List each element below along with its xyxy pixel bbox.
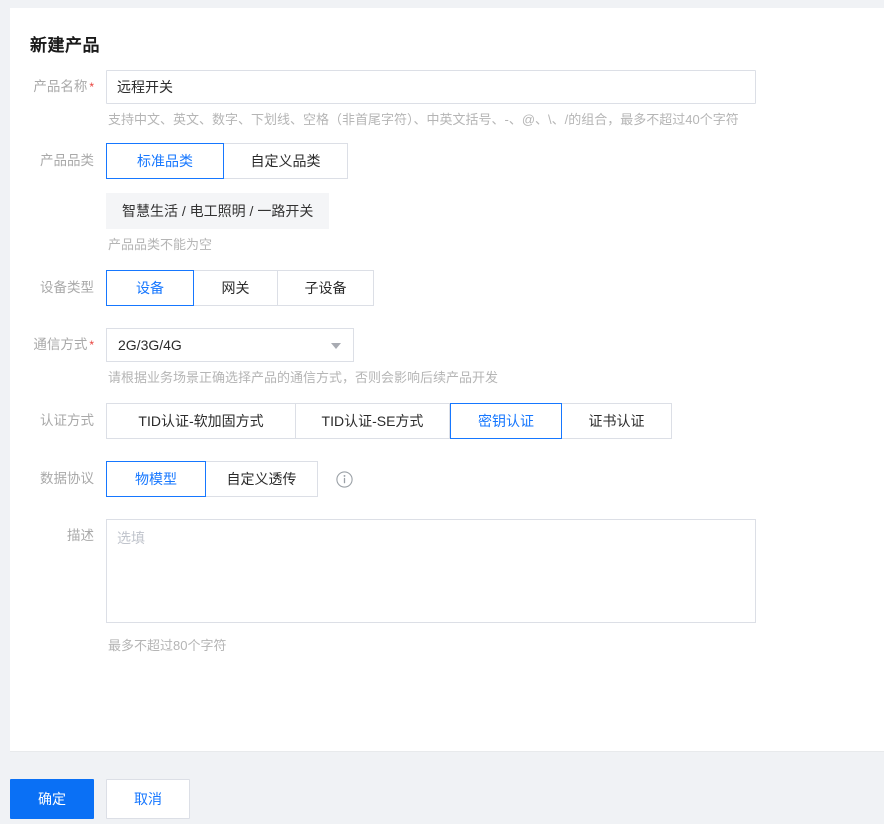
confirm-button[interactable]: 确定 [10,779,94,819]
field-product-category: 标准品类 自定义品类 智慧生活 / 电工照明 / 一路开关 产品品类不能为空 [106,143,884,254]
field-data-protocol: 物模型 自定义透传 [106,461,884,497]
communication-select[interactable]: 2G/3G/4G [106,328,354,362]
form-row-communication: 通信方式 * 2G/3G/4G 请根据业务场景正确选择产品的通信方式，否则会影响后… [10,328,884,387]
required-asterisk-product-name: * [89,80,94,94]
communication-select-value: 2G/3G/4G [118,337,182,353]
form-footer: 确定 取消 [0,768,884,824]
required-asterisk-communication: * [89,338,94,352]
info-circle-icon[interactable] [336,470,353,488]
tab-device[interactable]: 设备 [106,270,194,306]
label-product-category: 产品品类 [40,153,94,168]
chevron-down-icon [331,343,341,349]
label-communication: 通信方式 * [10,328,106,362]
form-row-data-protocol: 数据协议 物模型 自定义透传 [10,461,884,497]
hint-product-name: 支持中文、英文、数字、下划线、空格（非首尾字符）、中英文括号、-、@、\、/的组… [108,112,739,127]
tab-custom-passthrough[interactable]: 自定义透传 [206,461,318,497]
field-product-name: 支持中文、英文、数字、下划线、空格（非首尾字符）、中英文括号、-、@、\、/的组… [106,70,884,129]
field-description: 最多不超过80个字符 [106,519,884,655]
label-data-protocol: 数据协议 [40,471,94,486]
form-row-device-type: 设备类型 设备 网关 子设备 [10,270,884,306]
label-device-type: 设备类型 [40,280,94,295]
label-auth-method: 认证方式 [40,413,94,428]
description-textarea[interactable] [106,519,756,623]
product-category-tab-group: 标准品类 自定义品类 [106,143,348,179]
label-communication-text: 通信方式 [33,337,88,352]
device-type-tab-group: 设备 网关 子设备 [106,270,374,306]
hint-product-category: 产品品类不能为空 [108,237,213,252]
product-name-input[interactable] [106,70,756,104]
tab-custom-category[interactable]: 自定义品类 [224,143,348,179]
tab-tid-soft[interactable]: TID认证-软加固方式 [106,403,296,439]
hint-description: 最多不超过80个字符 [108,638,227,653]
selected-category-path[interactable]: 智慧生活 / 电工照明 / 一路开关 [106,193,330,229]
label-product-name: 产品名称 * [10,70,106,104]
tab-tid-se[interactable]: TID认证-SE方式 [296,403,450,439]
field-communication: 2G/3G/4G 请根据业务场景正确选择产品的通信方式，否则会影响后续产品开发 [106,328,884,387]
auth-method-tab-group: TID认证-软加固方式 TID认证-SE方式 密钥认证 证书认证 [106,403,672,439]
page-title: 新建产品 [30,36,100,55]
tab-secret-key[interactable]: 密钥认证 [450,403,562,439]
hint-communication: 请根据业务场景正确选择产品的通信方式，否则会影响后续产品开发 [108,370,499,385]
form-row-auth-method: 认证方式 TID认证-软加固方式 TID认证-SE方式 密钥认证 证书认证 [10,403,884,439]
page-root: 新建产品 产品名称* 支持中文、英文、数字、下划线、空格（非首尾字符）、中英文括… [0,0,884,824]
tab-certificate[interactable]: 证书认证 [562,403,672,439]
data-protocol-tab-group: 物模型 自定义透传 [106,461,318,497]
new-product-form-card: 新建产品 产品名称* 支持中文、英文、数字、下划线、空格（非首尾字符）、中英文括… [10,8,884,752]
tab-standard-category[interactable]: 标准品类 [106,143,224,179]
tab-thing-model[interactable]: 物模型 [106,461,206,497]
label-description: 描述 [67,528,94,543]
cancel-button[interactable]: 取消 [106,779,190,819]
tab-sub-device[interactable]: 子设备 [278,270,374,306]
form-row-product-name: 产品名称* 支持中文、英文、数字、下划线、空格（非首尾字符）、中英文括号、-、@… [10,70,884,129]
form-row-description: 描述 最多不超过80个字符 [10,519,884,655]
tab-gateway[interactable]: 网关 [194,270,278,306]
product-form: 产品名称* 支持中文、英文、数字、下划线、空格（非首尾字符）、中英文括号、-、@… [10,70,884,655]
field-auth-method: TID认证-软加固方式 TID认证-SE方式 密钥认证 证书认证 [106,403,884,439]
field-device-type: 设备 网关 子设备 [106,270,884,306]
form-row-product-category: 产品品类 标准品类 自定义品类 智慧生活 / 电工照明 / 一路开关 产品品类不… [10,143,884,254]
label-product-name-text: 产品名称 [33,79,88,94]
